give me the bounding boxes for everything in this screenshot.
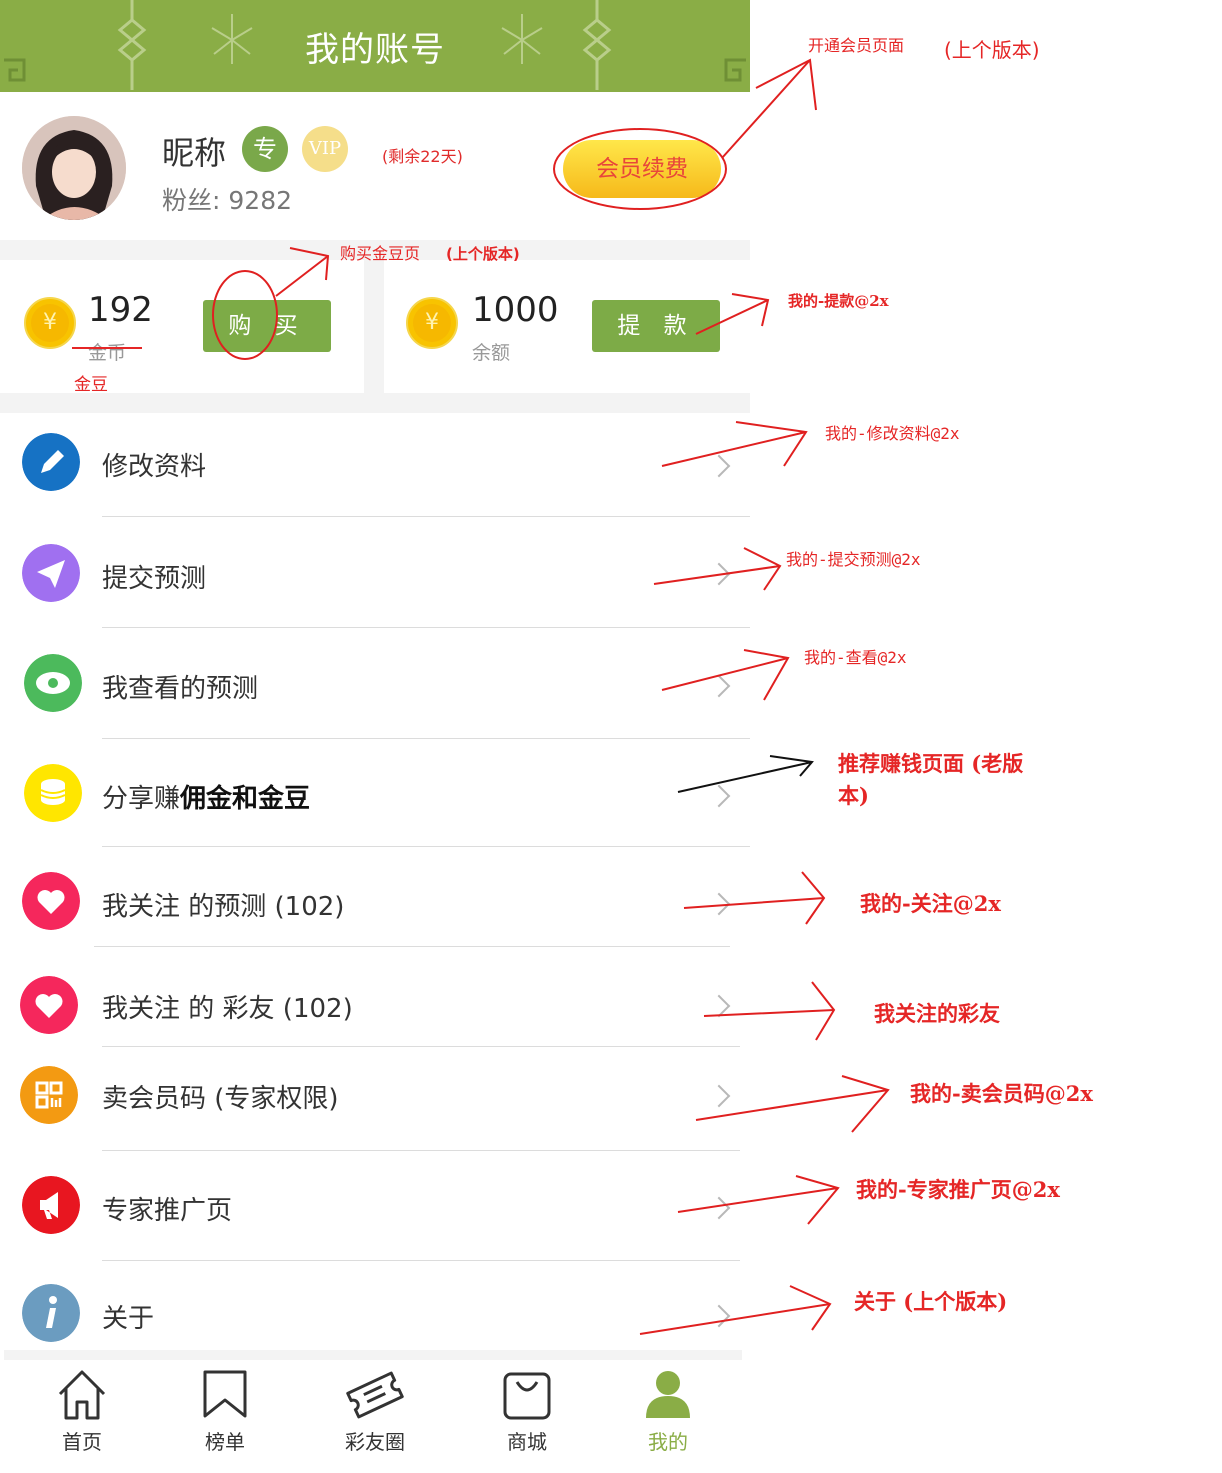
annotation-submit-prediction: 我的-提交预测@2x xyxy=(786,550,921,569)
annotation-follow: 我的-关注@2x xyxy=(860,891,1001,916)
annotation-share-earn: 推荐赚钱页面 (老版 xyxy=(838,751,1024,776)
annotation-buy-beans-version: (上个版本) xyxy=(446,245,520,263)
annotation-buy-beans: 购买金豆页 xyxy=(340,244,421,263)
annotation-arrows xyxy=(275,58,890,1335)
annotation-sell-code: 我的-卖会员码@2x xyxy=(910,1081,1093,1106)
annotation-promo: 我的-专家推广页@2x xyxy=(856,1177,1060,1202)
annotation-member-page: 开通会员页面 xyxy=(808,36,905,55)
annotation-share-earn-cont: 本) xyxy=(838,783,869,808)
annotation-about: 关于 (上个版本) xyxy=(854,1289,1008,1314)
annotation-viewed: 我的-查看@2x xyxy=(804,648,907,667)
annotation-member-page-version: (上个版本) xyxy=(944,38,1040,62)
annotation-edit-profile: 我的-修改资料@2x xyxy=(825,424,960,443)
annotation-followed-friends: 我关注的彩友 xyxy=(874,1001,1000,1026)
annotation-withdraw: 我的-提款@2x xyxy=(788,292,889,310)
